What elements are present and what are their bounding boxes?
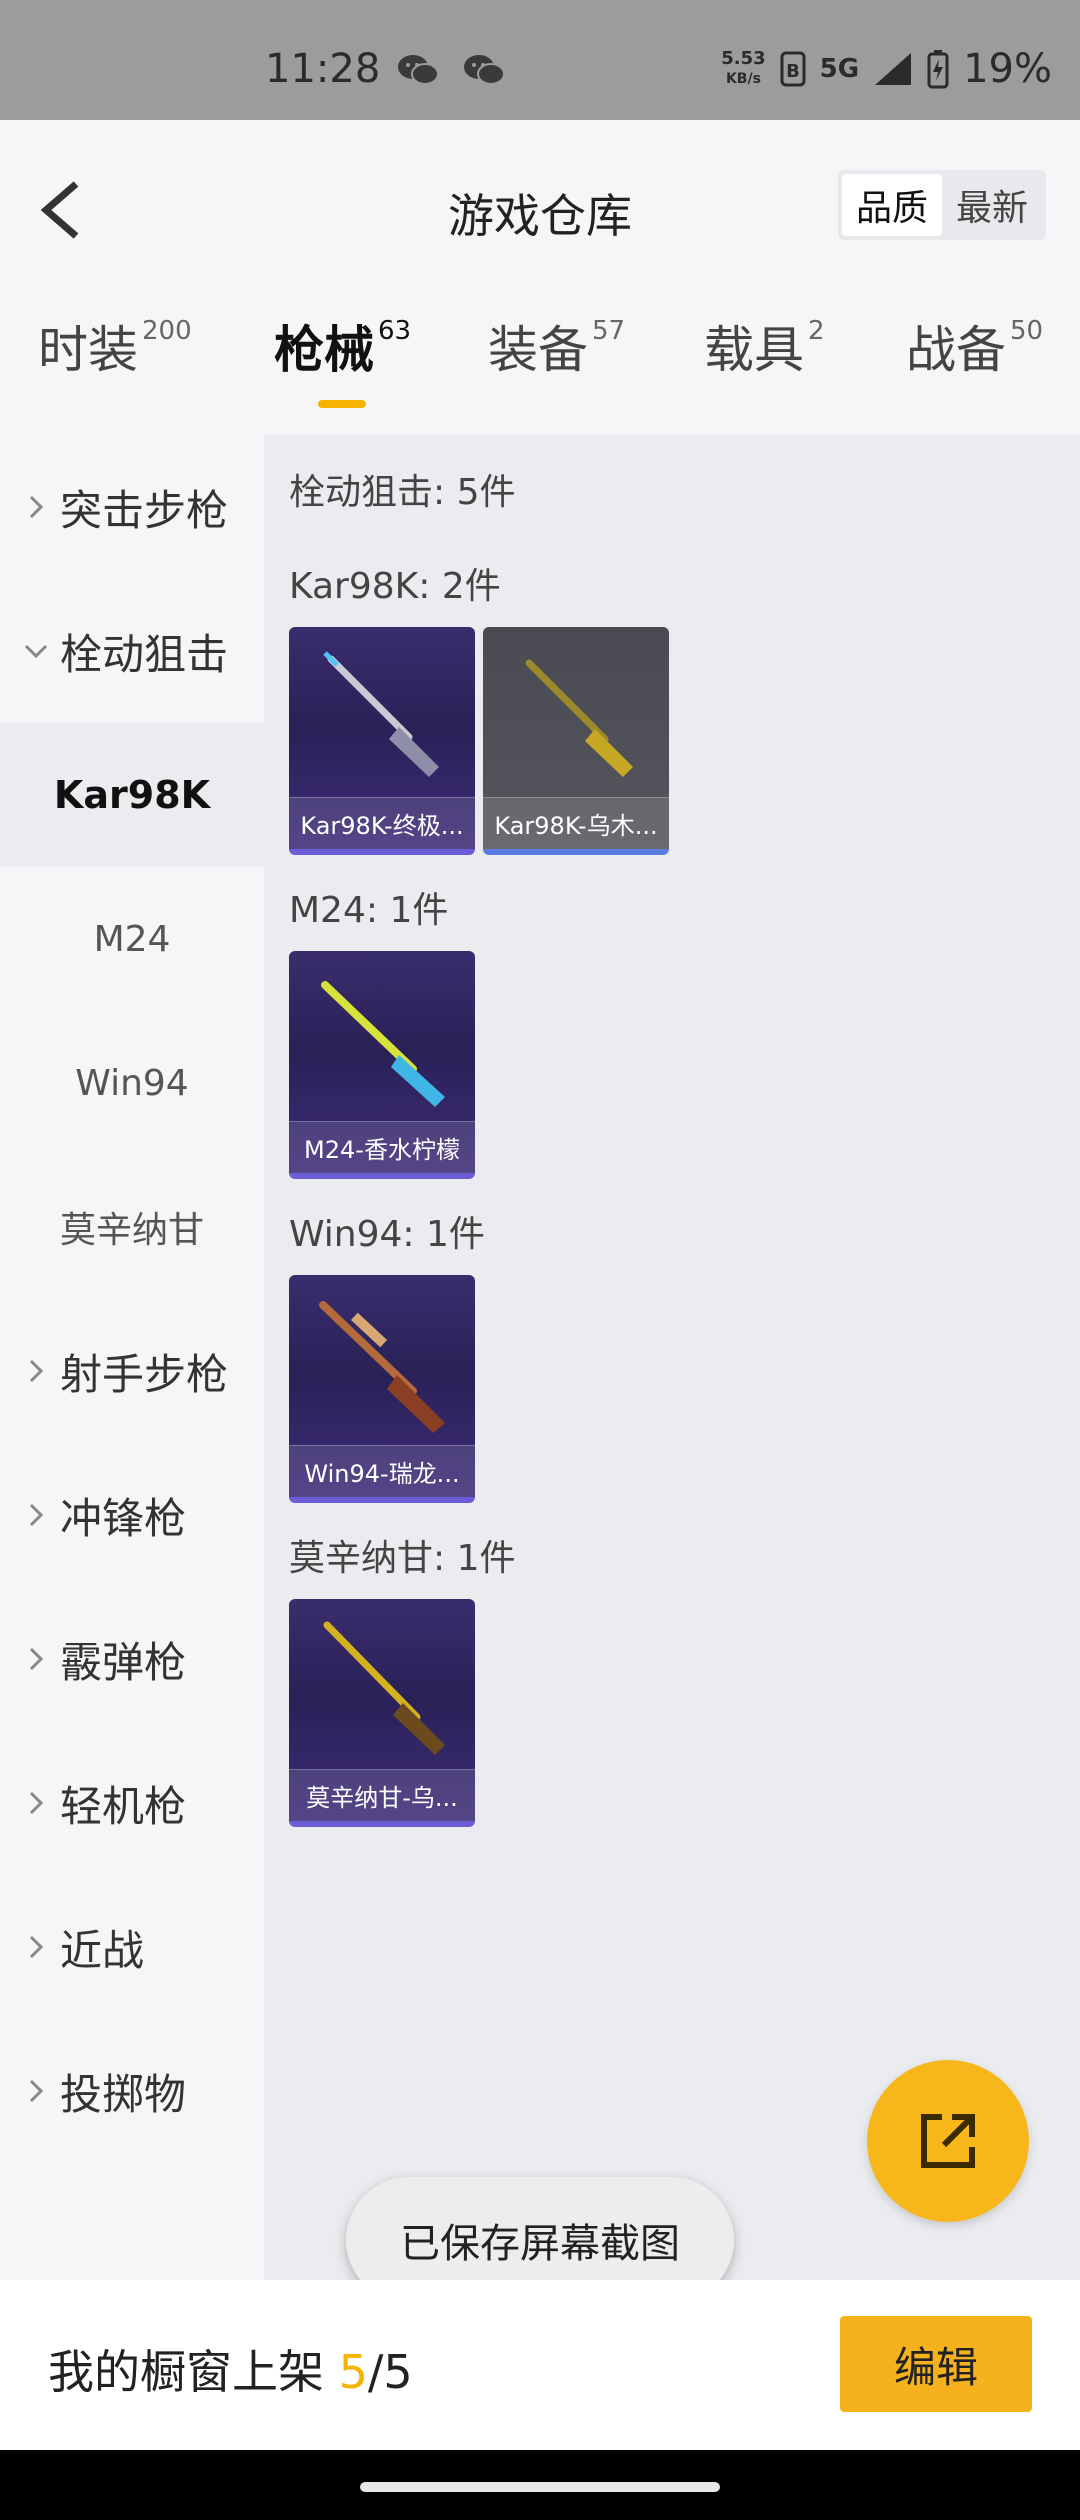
app-header: 游戏仓库 品质 最新 [0,120,1080,290]
rifle-icon [321,981,445,1107]
chevron-down-icon [0,643,60,659]
home-gesture-bar[interactable] [360,2482,720,2492]
sidebar-subitem-kar98k[interactable]: Kar98K [0,723,264,867]
category-summary: 栓动狙击: 5件 [289,472,516,513]
group-title-mosin-nagant: 莫辛纳甘: 1件 [289,1538,516,1579]
sidebar-subitem-mosin-nagant[interactable]: 莫辛纳甘 [0,1155,264,1299]
tab-costumes[interactable]: 时装 200 [38,310,192,382]
svg-text:B: B [786,61,800,82]
chevron-right-icon [0,1646,60,1672]
sidebar-item-marksman-rifle[interactable]: 射手步枪 [0,1299,264,1443]
weapon-category-sidebar: 突击步枪 栓动狙击 Kar98K M24 Win94 莫辛纳甘 射手步枪 冲锋枪… [0,435,264,2280]
edit-button[interactable]: 编辑 [840,2316,1032,2412]
wechat-notification-icon [464,55,505,85]
network-speed: 5.53 KB/s [721,48,766,88]
signal-icon [875,53,912,85]
status-time: 11:28 [265,46,381,92]
showcase-current-count: 5 [338,2345,368,2399]
share-icon [921,2114,975,2168]
skin-card[interactable]: Win94-瑞龙... [289,1275,475,1503]
skin-card[interactable]: Kar98K-终极... [289,627,475,855]
sidebar-subitem-m24[interactable]: M24 [0,867,264,1011]
chevron-right-icon [0,1790,60,1816]
chevron-right-icon [0,1358,60,1384]
share-button[interactable] [867,2060,1029,2222]
rifle-icon [323,1621,445,1755]
sidebar-item-assault-rifle[interactable]: 突击步枪 [0,435,264,579]
rifle-icon [525,659,633,777]
network-type: 5G [819,54,860,84]
group-title-m24: M24: 1件 [289,890,449,931]
active-tab-indicator [318,400,366,408]
sort-by-newest[interactable]: 最新 [942,174,1042,236]
showcase-bar: 我的橱窗上架 5/5 编辑 [0,2280,1080,2450]
skin-card[interactable]: M24-香水柠檬 [289,951,475,1179]
chevron-right-icon [0,2078,60,2104]
showcase-total-count: 5 [383,2345,413,2399]
battery-icon [927,50,949,89]
chevron-right-icon [0,494,60,520]
sort-toggle: 品质 最新 [838,170,1046,240]
sidebar-item-shotgun[interactable]: 霰弹枪 [0,1587,264,1731]
skin-card[interactable]: 莫辛纳甘-乌... [289,1599,475,1827]
sidebar-item-bolt-action-sniper[interactable]: 栓动狙击 [0,579,264,723]
sidebar-item-smg[interactable]: 冲锋枪 [0,1443,264,1587]
system-nav-bar [0,2450,1080,2520]
sidebar-item-throwables[interactable]: 投掷物 [0,2019,264,2163]
chevron-right-icon [0,1934,60,1960]
tab-firearms[interactable]: 枪械 63 [274,310,411,382]
group-title-win94: Win94: 1件 [289,1214,485,1255]
tab-supplies[interactable]: 战备 50 [906,310,1043,382]
sidebar-item-lmg[interactable]: 轻机枪 [0,1731,264,1875]
tab-vehicles[interactable]: 载具 2 [704,310,825,382]
rifle-icon [319,1301,445,1433]
showcase-status: 我的橱窗上架 5/5 [48,2345,413,2399]
nfc-icon: B [780,51,806,87]
category-tabs: 时装 200 枪械 63 装备 57 载具 2 战备 50 [0,310,1080,430]
sort-by-quality[interactable]: 品质 [842,174,942,236]
chevron-right-icon [0,1502,60,1528]
sidebar-subitem-win94[interactable]: Win94 [0,1011,264,1155]
tab-equipment[interactable]: 装备 57 [488,310,625,382]
group-title-kar98k: Kar98K: 2件 [289,566,501,607]
skin-card[interactable]: Kar98K-乌木... [483,627,669,855]
wechat-notification-icon [398,55,439,85]
weapon-skin-list: 栓动狙击: 5件 Kar98K: 2件 Kar98K-终极... Kar98K-… [264,435,1080,2280]
status-bar: 11:28 5.53 KB/s B 5G 19% [0,0,1080,120]
sidebar-item-melee[interactable]: 近战 [0,1875,264,2019]
rifle-icon [323,651,439,777]
status-indicators: 5.53 KB/s B 5G 19% [721,46,1052,92]
battery-percent: 19% [963,46,1052,92]
